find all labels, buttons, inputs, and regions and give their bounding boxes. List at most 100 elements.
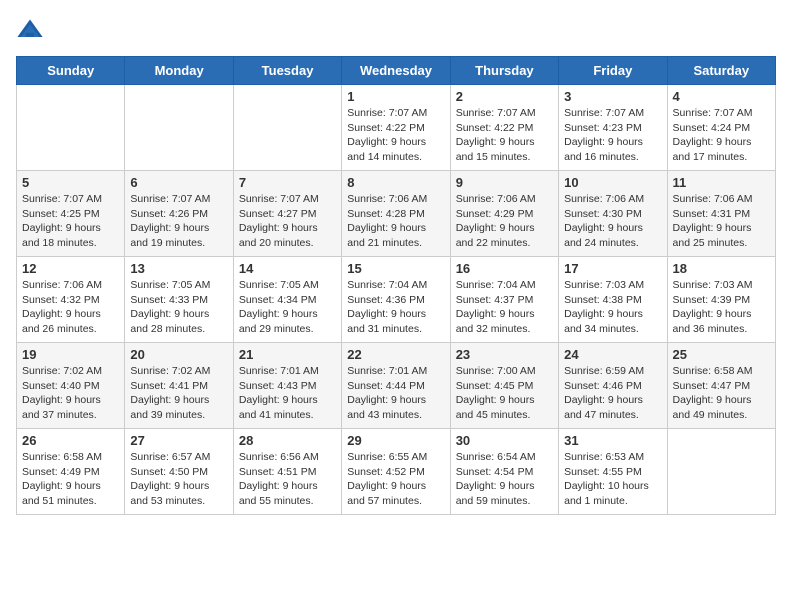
calendar-cell: 31 Sunrise: 6:53 AM Sunset: 4:55 PM Dayli… (559, 429, 667, 515)
day-number: 4 (673, 89, 770, 104)
calendar-cell: 4 Sunrise: 7:07 AM Sunset: 4:24 PM Daylig… (667, 85, 775, 171)
day-number: 9 (456, 175, 553, 190)
day-number: 27 (130, 433, 227, 448)
day-number: 22 (347, 347, 444, 362)
page-header (16, 16, 776, 44)
day-of-week-header: Monday (125, 57, 233, 85)
day-info: Sunrise: 7:04 AM Sunset: 4:36 PM Dayligh… (347, 278, 444, 337)
calendar-cell: 6 Sunrise: 7:07 AM Sunset: 4:26 PM Daylig… (125, 171, 233, 257)
day-info: Sunrise: 7:05 AM Sunset: 4:33 PM Dayligh… (130, 278, 227, 337)
calendar-cell: 3 Sunrise: 7:07 AM Sunset: 4:23 PM Daylig… (559, 85, 667, 171)
day-number: 16 (456, 261, 553, 276)
day-info: Sunrise: 6:57 AM Sunset: 4:50 PM Dayligh… (130, 450, 227, 509)
calendar-cell: 26 Sunrise: 6:58 AM Sunset: 4:49 PM Dayli… (17, 429, 125, 515)
day-info: Sunrise: 7:07 AM Sunset: 4:24 PM Dayligh… (673, 106, 770, 165)
calendar-week-row: 26 Sunrise: 6:58 AM Sunset: 4:49 PM Dayli… (17, 429, 776, 515)
day-of-week-header: Tuesday (233, 57, 341, 85)
day-info: Sunrise: 7:06 AM Sunset: 4:30 PM Dayligh… (564, 192, 661, 251)
calendar-cell: 30 Sunrise: 6:54 AM Sunset: 4:54 PM Dayli… (450, 429, 558, 515)
day-info: Sunrise: 7:06 AM Sunset: 4:31 PM Dayligh… (673, 192, 770, 251)
day-number: 2 (456, 89, 553, 104)
day-info: Sunrise: 7:06 AM Sunset: 4:32 PM Dayligh… (22, 278, 119, 337)
day-number: 18 (673, 261, 770, 276)
day-of-week-header: Friday (559, 57, 667, 85)
day-info: Sunrise: 7:07 AM Sunset: 4:22 PM Dayligh… (456, 106, 553, 165)
day-info: Sunrise: 6:58 AM Sunset: 4:49 PM Dayligh… (22, 450, 119, 509)
day-info: Sunrise: 7:07 AM Sunset: 4:25 PM Dayligh… (22, 192, 119, 251)
calendar-week-row: 5 Sunrise: 7:07 AM Sunset: 4:25 PM Daylig… (17, 171, 776, 257)
day-number: 31 (564, 433, 661, 448)
day-info: Sunrise: 7:07 AM Sunset: 4:23 PM Dayligh… (564, 106, 661, 165)
day-info: Sunrise: 7:02 AM Sunset: 4:41 PM Dayligh… (130, 364, 227, 423)
day-info: Sunrise: 7:01 AM Sunset: 4:44 PM Dayligh… (347, 364, 444, 423)
calendar-cell: 23Sunrise: 7:00 AM Sunset: 4:45 PM Dayli… (450, 343, 558, 429)
day-info: Sunrise: 6:59 AM Sunset: 4:46 PM Dayligh… (564, 364, 661, 423)
day-info: Sunrise: 7:07 AM Sunset: 4:22 PM Dayligh… (347, 106, 444, 165)
day-info: Sunrise: 7:07 AM Sunset: 4:27 PM Dayligh… (239, 192, 336, 251)
day-number: 5 (22, 175, 119, 190)
day-number: 19 (22, 347, 119, 362)
day-number: 13 (130, 261, 227, 276)
day-number: 7 (239, 175, 336, 190)
day-number: 25 (673, 347, 770, 362)
day-number: 3 (564, 89, 661, 104)
header-row: SundayMondayTuesdayWednesdayThursdayFrid… (17, 57, 776, 85)
day-info: Sunrise: 7:07 AM Sunset: 4:26 PM Dayligh… (130, 192, 227, 251)
day-info: Sunrise: 6:54 AM Sunset: 4:54 PM Dayligh… (456, 450, 553, 509)
day-info: Sunrise: 7:02 AM Sunset: 4:40 PM Dayligh… (22, 364, 119, 423)
day-number: 28 (239, 433, 336, 448)
day-number: 20 (130, 347, 227, 362)
calendar-cell (125, 85, 233, 171)
calendar-cell: 1 Sunrise: 7:07 AM Sunset: 4:22 PM Daylig… (342, 85, 450, 171)
day-info: Sunrise: 6:56 AM Sunset: 4:51 PM Dayligh… (239, 450, 336, 509)
day-info: Sunrise: 7:05 AM Sunset: 4:34 PM Dayligh… (239, 278, 336, 337)
calendar-cell: 5 Sunrise: 7:07 AM Sunset: 4:25 PM Daylig… (17, 171, 125, 257)
calendar-cell: 21Sunrise: 7:01 AM Sunset: 4:43 PM Dayli… (233, 343, 341, 429)
day-number: 11 (673, 175, 770, 190)
day-info: Sunrise: 7:01 AM Sunset: 4:43 PM Dayligh… (239, 364, 336, 423)
day-number: 26 (22, 433, 119, 448)
day-number: 6 (130, 175, 227, 190)
calendar-cell: 19 Sunrise: 7:02 AM Sunset: 4:40 PM Dayli… (17, 343, 125, 429)
calendar-week-row: 12Sunrise: 7:06 AM Sunset: 4:32 PM Dayli… (17, 257, 776, 343)
day-number: 30 (456, 433, 553, 448)
day-of-week-header: Thursday (450, 57, 558, 85)
calendar-cell (233, 85, 341, 171)
day-info: Sunrise: 7:03 AM Sunset: 4:39 PM Dayligh… (673, 278, 770, 337)
calendar-cell: 17 Sunrise: 7:03 AM Sunset: 4:38 PM Dayli… (559, 257, 667, 343)
logo (16, 16, 48, 44)
day-info: Sunrise: 6:55 AM Sunset: 4:52 PM Dayligh… (347, 450, 444, 509)
calendar-cell: 11 Sunrise: 7:06 AM Sunset: 4:31 PM Dayli… (667, 171, 775, 257)
day-info: Sunrise: 6:58 AM Sunset: 4:47 PM Dayligh… (673, 364, 770, 423)
calendar-cell: 25 Sunrise: 6:58 AM Sunset: 4:47 PM Dayli… (667, 343, 775, 429)
day-number: 17 (564, 261, 661, 276)
day-number: 8 (347, 175, 444, 190)
day-of-week-header: Saturday (667, 57, 775, 85)
day-info: Sunrise: 6:53 AM Sunset: 4:55 PM Dayligh… (564, 450, 661, 509)
day-number: 10 (564, 175, 661, 190)
calendar-cell: 9 Sunrise: 7:06 AM Sunset: 4:29 PM Daylig… (450, 171, 558, 257)
day-number: 23 (456, 347, 553, 362)
calendar-cell: 16 Sunrise: 7:04 AM Sunset: 4:37 PM Dayli… (450, 257, 558, 343)
calendar-cell: 24 Sunrise: 6:59 AM Sunset: 4:46 PM Dayli… (559, 343, 667, 429)
calendar-cell: 7 Sunrise: 7:07 AM Sunset: 4:27 PM Daylig… (233, 171, 341, 257)
day-number: 29 (347, 433, 444, 448)
logo-icon (16, 16, 44, 44)
day-number: 1 (347, 89, 444, 104)
calendar-cell: 14Sunrise: 7:05 AM Sunset: 4:34 PM Dayli… (233, 257, 341, 343)
calendar-cell: 27 Sunrise: 6:57 AM Sunset: 4:50 PM Dayli… (125, 429, 233, 515)
calendar-cell: 10 Sunrise: 7:06 AM Sunset: 4:30 PM Dayli… (559, 171, 667, 257)
day-info: Sunrise: 7:04 AM Sunset: 4:37 PM Dayligh… (456, 278, 553, 337)
day-number: 15 (347, 261, 444, 276)
calendar-cell: 20 Sunrise: 7:02 AM Sunset: 4:41 PM Dayli… (125, 343, 233, 429)
calendar-week-row: 1 Sunrise: 7:07 AM Sunset: 4:22 PM Daylig… (17, 85, 776, 171)
calendar-cell (17, 85, 125, 171)
day-number: 24 (564, 347, 661, 362)
day-info: Sunrise: 7:03 AM Sunset: 4:38 PM Dayligh… (564, 278, 661, 337)
day-of-week-header: Wednesday (342, 57, 450, 85)
calendar-cell: 8Sunrise: 7:06 AM Sunset: 4:28 PM Daylig… (342, 171, 450, 257)
calendar-cell: 2 Sunrise: 7:07 AM Sunset: 4:22 PM Daylig… (450, 85, 558, 171)
calendar-cell: 18 Sunrise: 7:03 AM Sunset: 4:39 PM Dayli… (667, 257, 775, 343)
calendar-cell: 15 Sunrise: 7:04 AM Sunset: 4:36 PM Dayli… (342, 257, 450, 343)
day-info: Sunrise: 7:06 AM Sunset: 4:29 PM Dayligh… (456, 192, 553, 251)
